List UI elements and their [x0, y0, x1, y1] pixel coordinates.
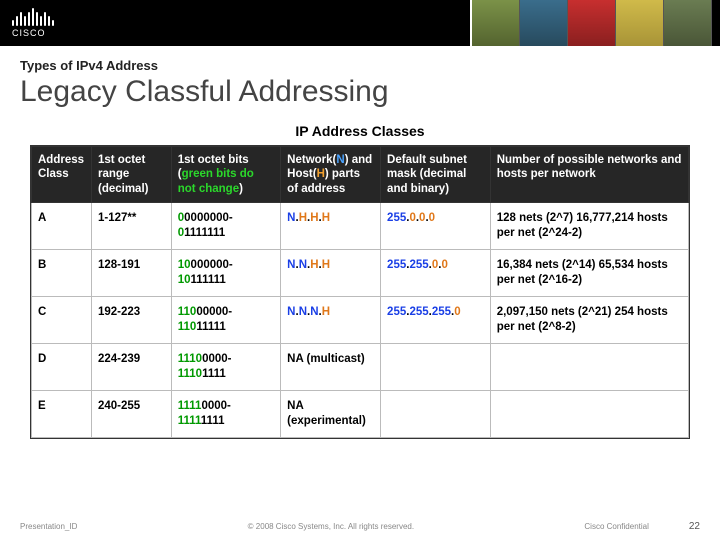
- cell-pattern: N.N.H.H: [281, 250, 381, 297]
- cell-class: D: [32, 343, 92, 390]
- cell-range: 224-239: [91, 343, 171, 390]
- th-counts: Number of possible networks and hosts pe…: [490, 147, 688, 203]
- cell-bits: 11100000-11101111: [171, 343, 280, 390]
- table-header-row: Address Class 1st octet range (decimal) …: [32, 147, 689, 203]
- cell-class: C: [32, 296, 92, 343]
- ip-classes-table: Address Class 1st octet range (decimal) …: [30, 145, 690, 439]
- th-subnet-mask: Default subnet mask (decimal and binary): [381, 147, 491, 203]
- cell-pattern: NA (multicast): [281, 343, 381, 390]
- cell-bits: 11110000-11111111: [171, 390, 280, 437]
- cell-range: 1-127**: [91, 203, 171, 250]
- table-row: E240-25511110000-11111111NA (experimenta…: [32, 390, 689, 437]
- cell-class: B: [32, 250, 92, 297]
- cisco-wordmark: CISCO: [12, 28, 54, 38]
- people-thumbnails: [470, 0, 712, 46]
- cell-count: [490, 390, 688, 437]
- footer-confidential: Cisco Confidential: [584, 522, 648, 531]
- slide-title: Legacy Classful Addressing: [20, 75, 700, 109]
- cell-count: [490, 343, 688, 390]
- slide-content: Types of IPv4 Address Legacy Classful Ad…: [0, 46, 720, 439]
- slide-kicker: Types of IPv4 Address: [20, 58, 700, 73]
- cell-range: 128-191: [91, 250, 171, 297]
- cell-bits: 00000000-01111111: [171, 203, 280, 250]
- th-octet-range: 1st octet range (decimal): [91, 147, 171, 203]
- slide-footer: Presentation_ID © 2008 Cisco Systems, In…: [0, 521, 720, 532]
- footer-left: Presentation_ID: [20, 522, 77, 531]
- cisco-bridge-icon: [12, 8, 54, 26]
- cell-count: 128 nets (2^7) 16,777,214 hosts per net …: [490, 203, 688, 250]
- slide-number: 22: [689, 521, 700, 532]
- cell-count: 16,384 nets (2^14) 65,534 hosts per net …: [490, 250, 688, 297]
- table-row: D224-23911100000-11101111NA (multicast): [32, 343, 689, 390]
- cell-mask: 255.0.0.0: [381, 203, 491, 250]
- cell-mask: [381, 390, 491, 437]
- cell-bits: 10000000-10111111: [171, 250, 280, 297]
- cell-mask: 255.255.255.0: [381, 296, 491, 343]
- cell-range: 192-223: [91, 296, 171, 343]
- table-row: B128-19110000000-10111111N.N.H.H255.255.…: [32, 250, 689, 297]
- th-address-class: Address Class: [32, 147, 92, 203]
- cell-bits: 11000000-11011111: [171, 296, 280, 343]
- cell-pattern: NA (experimental): [281, 390, 381, 437]
- cell-pattern: N.N.N.H: [281, 296, 381, 343]
- header-bar: CISCO: [0, 0, 720, 46]
- cell-range: 240-255: [91, 390, 171, 437]
- cell-class: E: [32, 390, 92, 437]
- cell-count: 2,097,150 nets (2^21) 254 hosts per net …: [490, 296, 688, 343]
- cell-pattern: N.H.H.H: [281, 203, 381, 250]
- cell-class: A: [32, 203, 92, 250]
- table-row: A1-127**00000000-01111111N.H.H.H255.0.0.…: [32, 203, 689, 250]
- table-row: C192-22311000000-11011111N.N.N.H255.255.…: [32, 296, 689, 343]
- table-caption: IP Address Classes: [20, 123, 700, 139]
- cell-mask: 255.255.0.0: [381, 250, 491, 297]
- cisco-logo: CISCO: [12, 8, 54, 38]
- footer-copyright: © 2008 Cisco Systems, Inc. All rights re…: [77, 522, 584, 531]
- cell-mask: [381, 343, 491, 390]
- th-network-host: Network(N) and Host(H) parts of address: [281, 147, 381, 203]
- th-octet-bits: 1st octet bits (green bits do not change…: [171, 147, 280, 203]
